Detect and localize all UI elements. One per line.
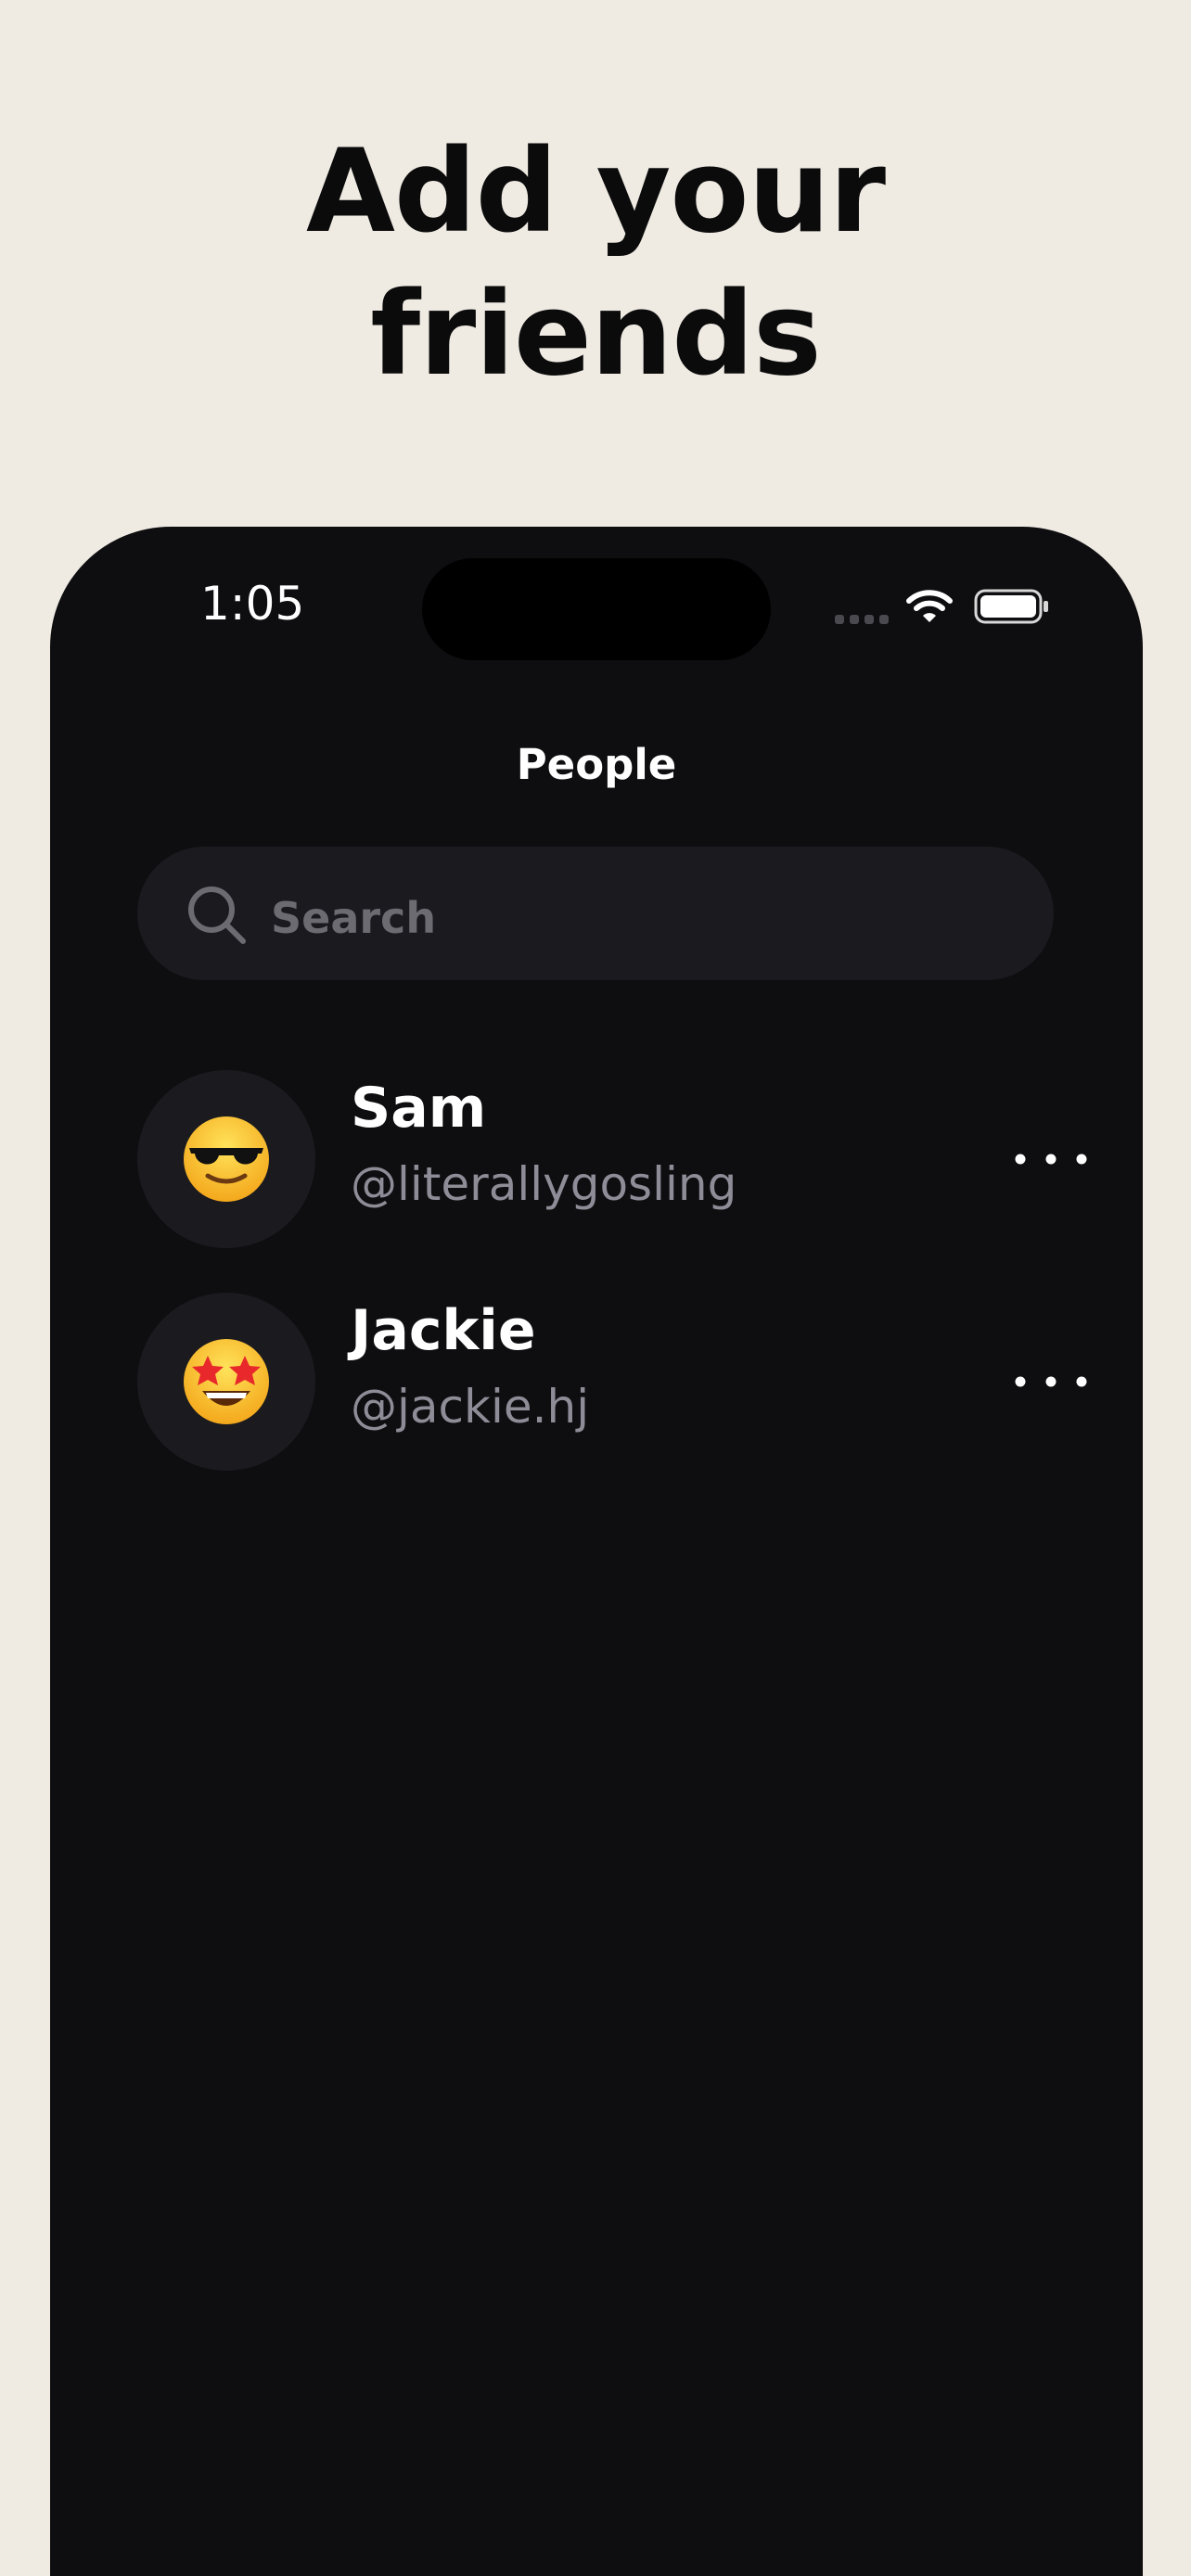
more-horizontal-icon[interactable] [1009,1363,1093,1400]
page: Add your friends 1:05 People Search Sam … [0,0,1191,2576]
wifi-icon [906,590,953,622]
cellular-signal-icon [835,615,889,624]
person-name: Sam [351,1076,487,1141]
more-horizontal-icon[interactable] [1009,1141,1093,1178]
search-placeholder: Search [271,893,437,943]
star-struck-face-icon [184,1339,269,1424]
status-time: 1:05 [200,577,305,631]
headline-line-2: friends [370,268,822,402]
list-item[interactable]: Sam @literallygosling [137,1070,1087,1248]
avatar [137,1293,315,1471]
sunglasses-face-icon [184,1116,269,1202]
phone-screen: 1:05 People Search Sam @literallygosling… [50,527,1143,2576]
search-icon [188,886,246,944]
avatar [137,1070,315,1248]
list-item[interactable]: Jackie @jackie.hj [137,1293,1087,1471]
screen-title: People [516,740,677,789]
search-input[interactable]: Search [137,847,1054,980]
person-name: Jackie [351,1298,536,1363]
headline: Add your friends [0,121,1191,406]
headline-line-1: Add your [305,125,886,259]
person-handle: @literallygosling [351,1157,737,1211]
battery-icon [974,589,1048,624]
person-handle: @jackie.hj [351,1380,590,1434]
dynamic-island [422,558,771,660]
